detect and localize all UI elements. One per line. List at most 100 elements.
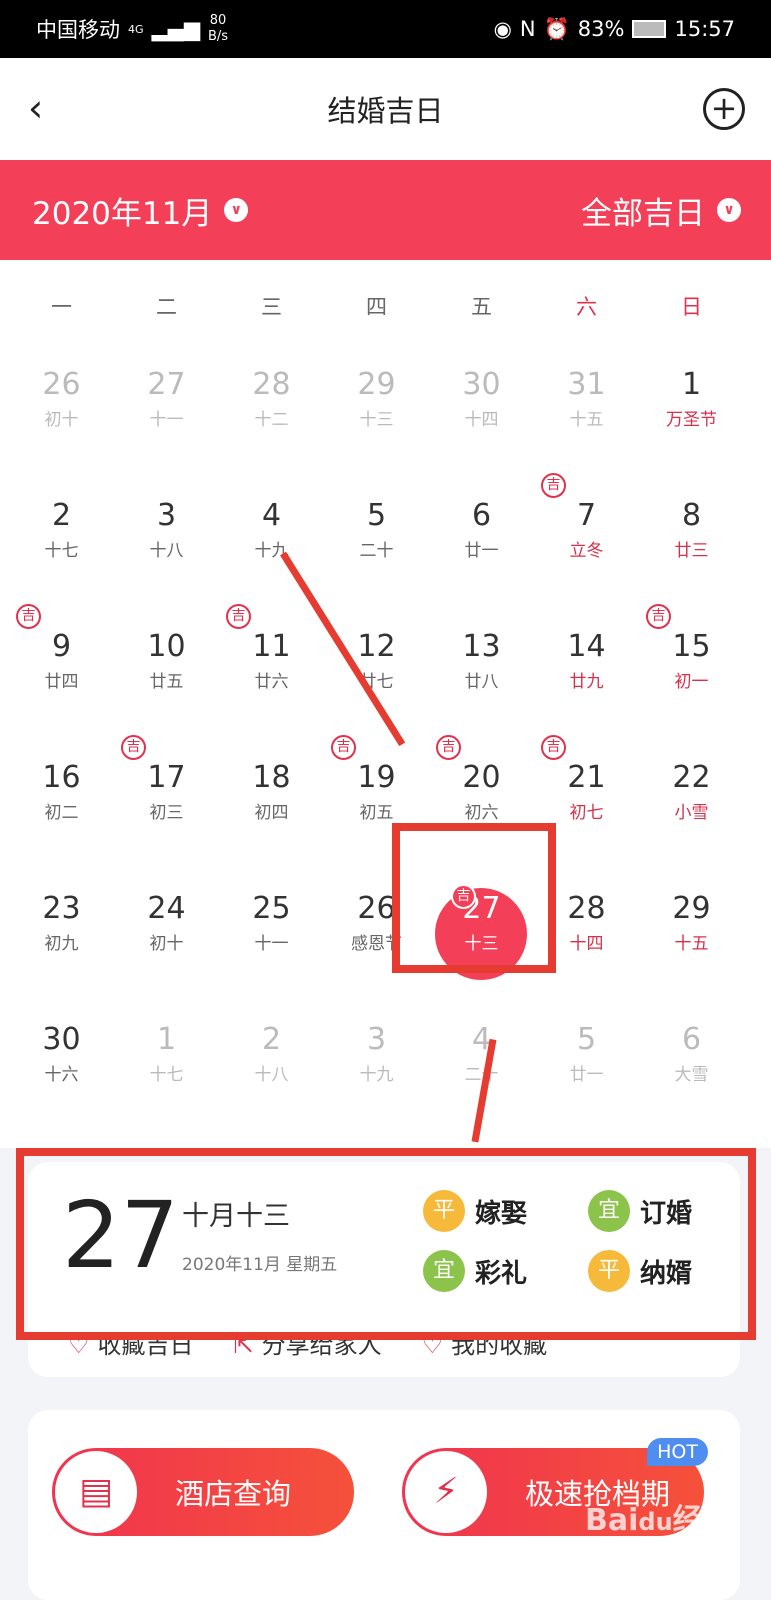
type-selector[interactable]: 全部吉日 ∨ xyxy=(581,188,741,233)
share-button[interactable]: ⇱ 分享给家人 xyxy=(234,1325,382,1360)
heart-icon: ♡ xyxy=(421,1331,444,1359)
weekday-label: 三 xyxy=(261,295,282,319)
calendar-day[interactable]: 吉 20 初六 xyxy=(429,725,534,856)
lunar-label: 十九 xyxy=(254,541,289,561)
lunar-label: 初三 xyxy=(149,803,184,823)
calendar-day[interactable]: 吉 19 初五 xyxy=(324,725,429,856)
calendar-day[interactable]: 3 十九 xyxy=(324,987,429,1118)
lunar-label: 初六 xyxy=(464,803,499,823)
calendar-day-selected[interactable]: 吉 27 十三 xyxy=(429,856,534,987)
chevron-down-icon: ∨ xyxy=(717,198,741,222)
lunar-label: 小雪 xyxy=(674,803,709,823)
day-number: 6 xyxy=(471,498,492,533)
page-title: 结婚吉日 xyxy=(327,94,444,128)
calendar-day[interactable]: 14 廿九 xyxy=(534,594,639,725)
calendar-day[interactable]: 30 十六 xyxy=(9,987,114,1118)
day-number: 14 xyxy=(567,629,606,664)
calendar-day[interactable]: 6 廿一 xyxy=(429,463,534,594)
calendar-day[interactable]: 吉 9 廿四 xyxy=(9,594,114,725)
calendar-day[interactable]: 30 十四 xyxy=(429,332,534,463)
lunar-label: 立冬 xyxy=(569,541,604,561)
my-favorites-button[interactable]: ♡ 我的收藏 xyxy=(422,1325,548,1360)
day-number: 1 xyxy=(681,367,702,402)
detail-day: 27 xyxy=(62,1182,180,1289)
day-number: 20 xyxy=(462,760,501,795)
calendar-day[interactable]: 4 十九 xyxy=(219,463,324,594)
calendar-day[interactable]: 16 初二 xyxy=(9,725,114,856)
hotel-search-button[interactable]: ▤ 酒店查询 xyxy=(52,1448,354,1536)
weekday-label: 六 xyxy=(576,295,597,319)
auspicious-badge: 吉 xyxy=(541,473,566,498)
favorite-day-button[interactable]: ♡ 收藏吉日 xyxy=(68,1325,194,1360)
calendar-day[interactable]: 吉 21 初七 xyxy=(534,725,639,856)
calendar-day[interactable]: 24 初十 xyxy=(114,856,219,987)
chevron-down-icon: ∨ xyxy=(224,198,249,222)
lunar-label: 感恩节 xyxy=(351,934,402,954)
calendar-day[interactable]: 5 廿一 xyxy=(534,987,639,1118)
lunar-label: 十六 xyxy=(44,1065,79,1085)
lightning-icon: ⚡ xyxy=(405,1451,487,1533)
calendar-day[interactable]: 8 廿三 xyxy=(639,463,744,594)
calendar-day[interactable]: 28 十四 xyxy=(534,856,639,987)
calendar-day[interactable]: 27 十一 xyxy=(114,332,219,463)
battery-percent: 83% xyxy=(577,17,625,41)
day-number: 29 xyxy=(672,891,711,926)
calendar-day[interactable]: 2 十八 xyxy=(219,987,324,1118)
hotel-icon: ▤ xyxy=(55,1451,137,1533)
nfc-icon: N xyxy=(519,17,536,41)
calendar-day[interactable]: 6 大雪 xyxy=(639,987,744,1118)
lunar-label: 初七 xyxy=(569,803,604,823)
month-label: 2020年11月 xyxy=(32,195,213,232)
calendar-day[interactable]: 10 廿五 xyxy=(114,594,219,725)
calendar-day[interactable]: 22 小雪 xyxy=(639,725,744,856)
calendar-day[interactable]: 13 廿八 xyxy=(429,594,534,725)
lunar-label: 初四 xyxy=(254,803,289,823)
day-number: 1 xyxy=(156,1022,177,1057)
calendar-day[interactable]: 26 感恩节 xyxy=(324,856,429,987)
calendar-day[interactable]: 5 二十 xyxy=(324,463,429,594)
day-number: 10 xyxy=(147,629,186,664)
calendar-day[interactable]: 29 十三 xyxy=(324,332,429,463)
calendar-day[interactable]: 吉 7 立冬 xyxy=(534,463,639,594)
calendar-day[interactable]: 3 十八 xyxy=(114,463,219,594)
status-bar: 中国移动 4G ▂▄▆ 80 B/s ◉ N ⏰ 83% 15:57 xyxy=(0,0,771,58)
calendar-day[interactable]: 28 十二 xyxy=(219,332,324,463)
calendar-day[interactable]: 31 十五 xyxy=(534,332,639,463)
net-speed: 80 B/s xyxy=(207,13,229,44)
day-number: 28 xyxy=(567,891,606,926)
chevron-left-icon[interactable]: ‹ xyxy=(28,86,43,130)
month-selector[interactable]: 2020年11月 ∨ xyxy=(32,188,249,233)
calendar-day[interactable]: 吉 11 廿六 xyxy=(219,594,324,725)
share-icon: ⇱ xyxy=(233,1331,254,1359)
calendar-day[interactable]: 吉 15 初一 xyxy=(639,594,744,725)
lunar-label: 廿八 xyxy=(464,672,499,692)
hotel-label: 酒店查询 xyxy=(175,1477,292,1511)
calendar-day[interactable]: 18 初四 xyxy=(219,725,324,856)
calendar-day[interactable]: 26 初十 xyxy=(9,332,114,463)
lunar-label: 初一 xyxy=(674,672,709,692)
lunar-label: 廿一 xyxy=(569,1065,604,1085)
calendar-day[interactable]: 1 万圣节 xyxy=(639,332,744,463)
lunar-label: 十三 xyxy=(464,934,499,954)
eye-icon: ◉ xyxy=(493,17,512,41)
calendar-day[interactable]: 29 十五 xyxy=(639,856,744,987)
day-number: 30 xyxy=(462,367,501,402)
day-number: 2 xyxy=(261,1022,282,1057)
calendar-day[interactable]: 2 十七 xyxy=(9,463,114,594)
plus-circle-icon[interactable]: + xyxy=(703,88,745,130)
lunar-label: 初十 xyxy=(149,934,184,954)
lunar-label: 十九 xyxy=(359,1065,394,1085)
calendar-day[interactable]: 1 十七 xyxy=(114,987,219,1118)
lunar-label: 十七 xyxy=(149,1065,184,1085)
day-number: 5 xyxy=(576,1022,597,1057)
auspicious-badge: 吉 xyxy=(331,735,356,760)
calendar-day[interactable]: 吉 17 初三 xyxy=(114,725,219,856)
rating-badge: 宜 xyxy=(423,1250,465,1292)
day-number: 4 xyxy=(471,1022,492,1057)
auspicious-badge: 吉 xyxy=(436,735,461,760)
calendar-day[interactable]: 23 初九 xyxy=(9,856,114,987)
calendar-day[interactable]: 25 十一 xyxy=(219,856,324,987)
detail-date: 2020年11月 星期五 xyxy=(182,1255,338,1275)
signal-icon: ▂▄▆ xyxy=(151,17,200,41)
activity-tag: 宜订婚 xyxy=(588,1190,692,1232)
